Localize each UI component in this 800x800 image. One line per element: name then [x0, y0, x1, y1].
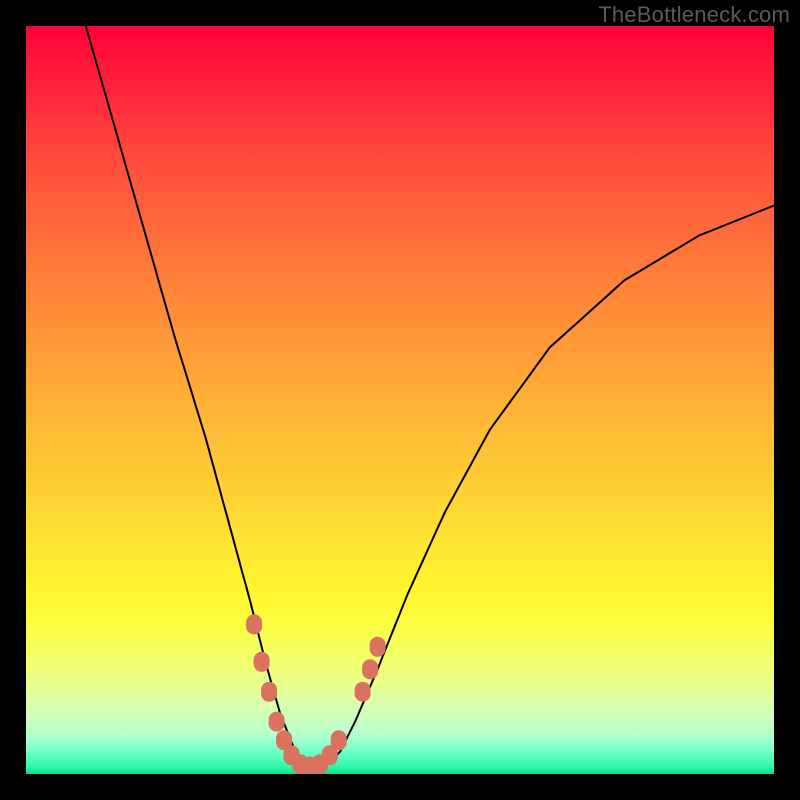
curve-marker — [302, 757, 318, 775]
bottleneck-curve — [86, 26, 774, 767]
curve-marker — [261, 682, 277, 702]
curve-marker — [322, 745, 338, 765]
curve-marker — [276, 730, 292, 750]
curve-marker — [312, 754, 328, 774]
curve-marker — [269, 712, 285, 732]
marker-group — [246, 614, 386, 774]
chart-frame — [26, 26, 774, 774]
watermark-text: TheBottleneck.com — [598, 2, 790, 28]
curve-marker — [246, 614, 262, 634]
curve-marker — [370, 637, 386, 657]
chart-svg — [26, 26, 774, 774]
curve-marker — [293, 754, 309, 774]
curve-marker — [362, 659, 378, 679]
curve-marker — [331, 730, 347, 750]
curve-marker — [284, 745, 300, 765]
curve-marker — [254, 652, 270, 672]
curve-marker — [355, 682, 371, 702]
